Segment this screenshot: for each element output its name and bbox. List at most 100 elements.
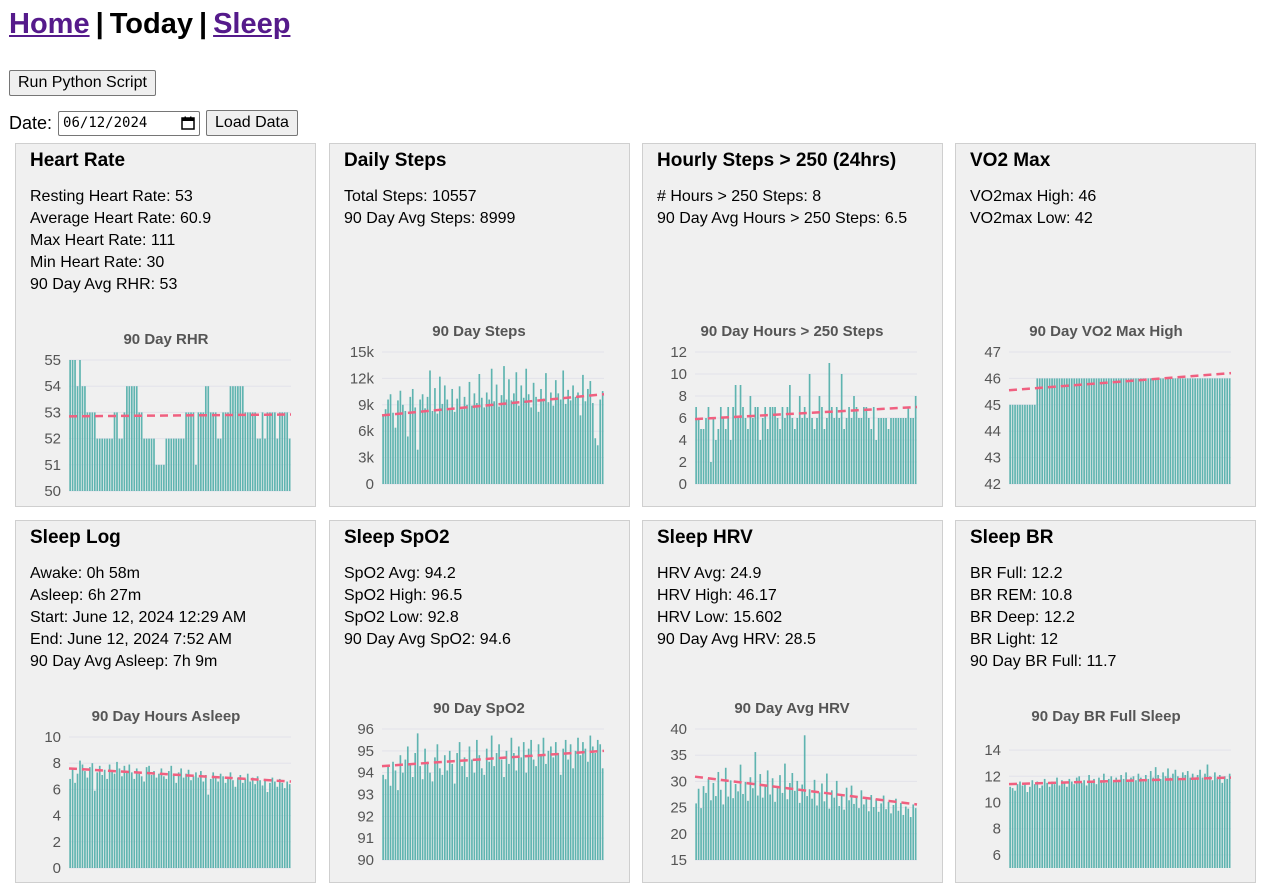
chart-bar [74,360,76,491]
chart-bar [848,407,850,484]
chart-bar [448,750,451,860]
chart-bar [490,368,493,484]
chart-bar [1048,786,1051,868]
chart-bar [774,801,776,860]
chart-bar [498,744,500,860]
chart-bar [584,401,587,484]
chart-bar [1100,378,1103,484]
chart-bar [145,767,148,868]
chart-bar [828,363,831,484]
chart-bar [1206,764,1209,868]
chart-bar [1036,378,1039,484]
chart-bar [232,386,234,491]
chart-bar [569,400,572,484]
y-tick-label: 51 [44,457,61,474]
chart-bar [1127,781,1130,868]
chart-bar [261,412,264,491]
chart-bar [264,438,266,491]
chart-bar [153,438,155,491]
chart-bar [389,785,392,860]
chart-bar [466,404,468,484]
chart-bar [577,737,579,860]
chart-bar [897,810,900,860]
chart-bar [1125,378,1127,484]
chart-bar [584,748,587,860]
chart-bar [1043,378,1046,484]
chart-bar [1026,404,1029,484]
chart-bar [158,773,160,868]
chart-bar [480,397,483,484]
chart-bar [803,407,806,484]
chart-bar [128,764,131,868]
chart-bar [84,771,86,868]
chart-bar [784,763,786,860]
chart-title: 90 Day SpO2 [433,700,525,717]
chart-bar [108,764,111,868]
chart-bar [237,777,239,868]
chart-bar [759,440,762,484]
chart-bar [1152,378,1155,484]
chart-bar [591,403,594,484]
chart-bar [776,787,779,860]
chart-bar [1085,378,1088,484]
chart-bar [86,777,89,868]
chart-bar [527,748,530,860]
chart-bar [557,753,560,860]
chart-bar [148,765,150,868]
chart-bar [559,774,562,860]
chart-bar [796,418,799,484]
chart-bar [1066,378,1068,484]
chart-bar [1029,786,1031,868]
chart-bar [239,774,242,868]
chart-bar [135,768,138,868]
chart-bar [409,763,412,860]
chart-bar [389,394,392,484]
chart-bar [244,778,247,868]
chart-bar [126,386,128,491]
y-tick-label: 2 [679,454,687,471]
chart-bar [1078,378,1081,484]
y-tick-label: 4 [53,808,61,825]
chart-bar [784,418,786,484]
y-tick-label: 10 [44,729,61,746]
chart-bar [1083,378,1085,484]
chart-bar [172,438,175,491]
chart-bar [234,786,237,868]
chart-bar [1218,378,1221,484]
chart-bar [1107,378,1110,484]
chart-bar [582,374,584,484]
chart-bar [1164,776,1167,868]
chart-bar [1142,378,1145,484]
chart-bar [712,782,715,860]
y-tick-label: 50 [44,483,61,500]
chart-bar [853,803,855,860]
chart-bar [737,418,739,484]
chart-bar [1038,788,1041,868]
chart-bar [892,804,895,860]
chart-bar [1169,378,1172,484]
chart-bar [1216,378,1219,484]
chart-bar [1080,378,1083,484]
chart-bar [96,438,99,491]
chart-bar [222,412,224,491]
chart-bar [577,392,579,484]
chart-bar [254,412,256,491]
chart-bar [885,418,887,484]
y-tick-label: 92 [357,808,374,825]
chart-bar [93,790,96,868]
chart-bar [503,366,505,484]
chart-bar [579,415,582,484]
chart-bar [900,802,902,860]
chart-bar [601,391,604,484]
chart-bar [734,385,737,484]
chart-bar [532,382,535,484]
chart-bar [845,787,848,860]
chart-bar [264,778,266,868]
chart-bar [572,385,574,484]
chart-title: 90 Day Avg HRV [734,700,849,717]
chart-bar [508,379,510,484]
chart-bar [259,780,261,868]
chart-bar [821,783,823,860]
chart-bar [416,449,419,484]
chart-bar [84,386,86,491]
